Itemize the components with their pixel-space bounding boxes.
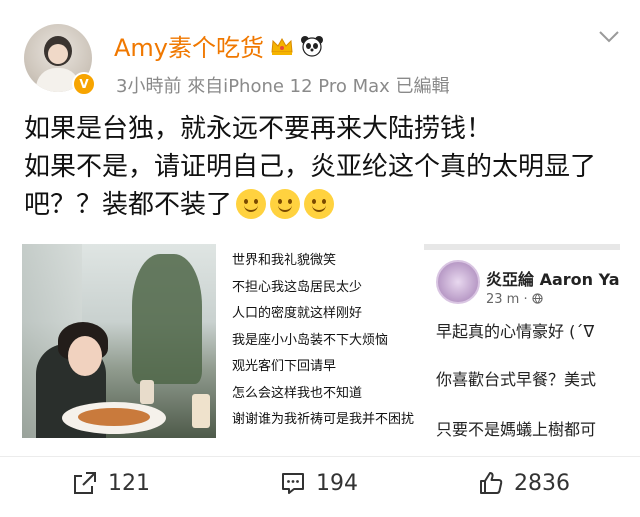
screenshot-line: 你喜歡台式早餐？美式 xyxy=(436,370,597,389)
poem-line: 我是座小小岛装不下大烦恼 xyxy=(232,332,389,348)
comment-icon xyxy=(282,473,304,494)
screenshot-line: 只要不是媽蟻上樹都可 xyxy=(436,420,597,439)
smile-emoji-icon xyxy=(270,189,301,219)
poem-line: 观光客们下回请早 xyxy=(232,359,337,374)
smile-emoji-icon xyxy=(304,189,335,219)
photo-thumbnail-2[interactable]: 世界和我礼貌微笑 不担心我这岛居民太少 人口的密度就这样刚好 我是座小小岛装不下… xyxy=(232,248,414,434)
poem-line: 不担心我这岛居民太少 xyxy=(232,279,363,295)
verified-badge: V xyxy=(72,72,96,96)
chevron-down-icon[interactable] xyxy=(598,30,620,44)
edited-label[interactable]: 已編輯 xyxy=(396,76,450,97)
globe-icon xyxy=(532,293,543,304)
smile-emoji-icon xyxy=(236,189,267,219)
post-time: 3小時前 xyxy=(116,76,182,97)
screenshot-name: 炎亞綸 Aaron Ya xyxy=(486,270,620,289)
panda-emoji-icon xyxy=(301,35,323,57)
comment-button[interactable]: 194 xyxy=(280,470,358,496)
repost-count: 121 xyxy=(108,470,150,496)
screenshot-avatar xyxy=(436,260,480,304)
photo-thumbnail-3[interactable]: 炎亞綸 Aaron Ya 23 m · 早起真的心情豪好 (´ᐁ 你喜歡台式早餐… xyxy=(424,244,620,446)
crown-badge-icon xyxy=(271,37,293,55)
screenshot-line: 早起真的心情豪好 (´ᐁ xyxy=(436,322,595,341)
comment-count: 194 xyxy=(316,470,358,496)
poem-line: 世界和我礼貌微笑 xyxy=(232,253,337,268)
poem-line: 人口的密度就这样刚好 xyxy=(232,306,363,321)
post-text: 如果是台独，就永远不要再来大陆捞钱！ 如果不是，请证明自己，炎亚纶这个真的太明显… xyxy=(24,110,624,224)
post-source: 來自iPhone 12 Pro Max xyxy=(187,76,390,97)
action-bar-divider xyxy=(0,456,640,457)
username-row[interactable]: Amy素个吃货 xyxy=(114,28,324,63)
screenshot-time: 23 m · xyxy=(486,292,543,307)
poem-line: 谢谢谁为我祈祷可是我并不困扰 xyxy=(232,412,415,427)
photo-thumbnail-1[interactable] xyxy=(22,244,216,438)
thumbs-up-icon xyxy=(480,472,503,494)
repost-button[interactable]: 121 xyxy=(72,470,150,496)
username[interactable]: Amy素个吃货 xyxy=(114,28,264,63)
share-icon xyxy=(74,472,96,494)
poem-line: 怎么会这样我也不知道 xyxy=(232,385,363,401)
like-button[interactable]: 2836 xyxy=(478,470,570,496)
post-meta: 3小時前 來自iPhone 12 Pro Max 已編輯 xyxy=(116,72,450,98)
like-count: 2836 xyxy=(514,470,570,496)
